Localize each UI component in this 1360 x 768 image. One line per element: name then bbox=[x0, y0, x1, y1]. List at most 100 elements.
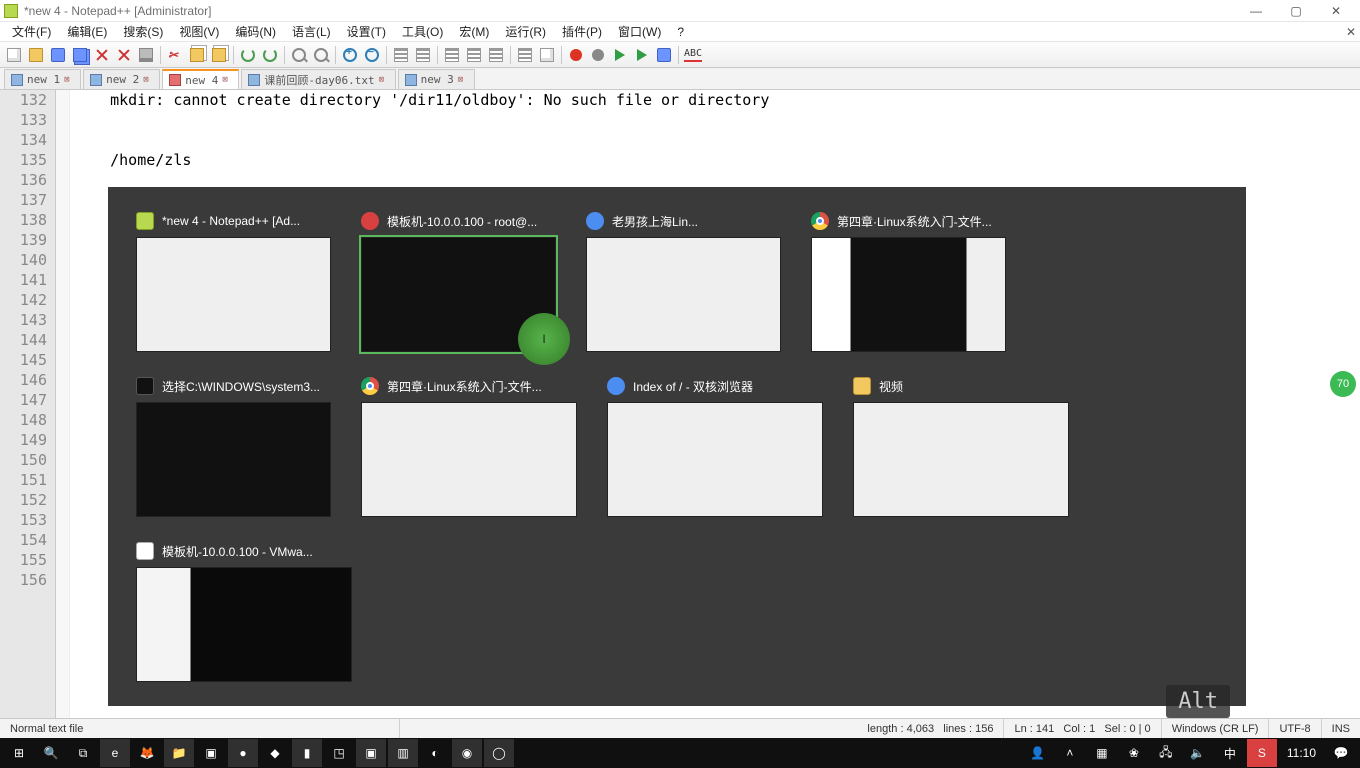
tray-up-icon[interactable]: ˄ bbox=[1055, 739, 1085, 767]
tab-close-icon[interactable]: ⊠ bbox=[222, 75, 232, 85]
taskbar-firefox[interactable]: 🦊 bbox=[132, 739, 162, 767]
menu-encoding[interactable]: 编码(N) bbox=[227, 23, 284, 40]
tab[interactable]: new 2⊠ bbox=[83, 69, 160, 89]
taskbar-app[interactable]: ◆ bbox=[260, 739, 290, 767]
code-line[interactable]: /home/zls bbox=[74, 150, 1360, 170]
menu-settings[interactable]: 设置(T) bbox=[339, 23, 394, 40]
menu-help[interactable]: ? bbox=[669, 25, 692, 39]
tab-close-icon[interactable]: ⊠ bbox=[143, 75, 153, 85]
macro-save-button[interactable] bbox=[654, 45, 674, 65]
code-line[interactable] bbox=[74, 130, 1360, 150]
taskbar-vmware[interactable]: ▣ bbox=[356, 739, 386, 767]
alttab-item[interactable]: 第四章·Linux系统入门-文件... bbox=[361, 376, 577, 517]
menu-close-doc[interactable]: ✕ bbox=[1338, 25, 1356, 39]
tab[interactable]: 课前回顾-day06.txt⊠ bbox=[241, 69, 395, 89]
taskbar-explorer[interactable]: 📁 bbox=[164, 739, 194, 767]
taskbar-app3[interactable]: ◐ bbox=[420, 739, 450, 767]
alttab-title: 第四章·Linux系统入门-文件... bbox=[387, 378, 542, 395]
status-insert-mode[interactable]: INS bbox=[1322, 719, 1360, 738]
tab[interactable]: new 1⊠ bbox=[4, 69, 81, 89]
taskbar-xshell[interactable]: ● bbox=[228, 739, 258, 767]
zoom-out-button[interactable] bbox=[362, 45, 382, 65]
start-button[interactable]: ⊞ bbox=[4, 739, 34, 767]
new-file-button[interactable] bbox=[4, 45, 24, 65]
tray-ime[interactable]: 中 bbox=[1215, 739, 1245, 767]
taskbar-edge[interactable]: e bbox=[100, 739, 130, 767]
indent-guide-button[interactable] bbox=[486, 45, 506, 65]
close-file-button[interactable] bbox=[92, 45, 112, 65]
maximize-button[interactable]: ▢ bbox=[1276, 0, 1316, 21]
menu-view[interactable]: 视图(V) bbox=[171, 23, 227, 40]
open-file-button[interactable] bbox=[26, 45, 46, 65]
menu-tools[interactable]: 工具(O) bbox=[394, 23, 451, 40]
find-button[interactable] bbox=[289, 45, 309, 65]
tray-sogou[interactable]: S bbox=[1247, 739, 1277, 767]
menu-search[interactable]: 搜索(S) bbox=[115, 23, 171, 40]
search-button[interactable]: 🔍 bbox=[36, 739, 66, 767]
minimize-button[interactable]: — bbox=[1236, 0, 1276, 21]
sync-h-scroll-button[interactable] bbox=[413, 45, 433, 65]
alttab-item[interactable]: 老男孩上海Lin... bbox=[586, 211, 781, 352]
cut-button[interactable]: ✂ bbox=[165, 45, 185, 65]
zoom-in-button[interactable] bbox=[340, 45, 360, 65]
tray-people[interactable]: 👤 bbox=[1023, 739, 1053, 767]
replace-button[interactable] bbox=[311, 45, 331, 65]
taskbar-clock[interactable]: 11:10 bbox=[1279, 746, 1324, 760]
alttab-item[interactable]: *new 4 - Notepad++ [Ad... bbox=[136, 211, 331, 352]
menu-macro[interactable]: 宏(M) bbox=[451, 23, 497, 40]
tab[interactable]: new 3⊠ bbox=[398, 69, 475, 89]
save-button[interactable] bbox=[48, 45, 68, 65]
undo-button[interactable] bbox=[238, 45, 258, 65]
paste-button[interactable] bbox=[209, 45, 229, 65]
tab-close-icon[interactable]: ⊠ bbox=[379, 75, 389, 85]
macro-stop-button[interactable] bbox=[588, 45, 608, 65]
spellcheck-button[interactable]: ABC bbox=[683, 45, 703, 65]
sync-v-scroll-button[interactable] bbox=[391, 45, 411, 65]
code-line[interactable]: mkdir: cannot create directory '/dir11/o… bbox=[74, 90, 1360, 110]
menu-run[interactable]: 运行(R) bbox=[497, 23, 554, 40]
taskbar-notepadpp[interactable]: ▥ bbox=[388, 739, 418, 767]
status-encoding[interactable]: UTF-8 bbox=[1269, 719, 1321, 738]
menu-language[interactable]: 语言(L) bbox=[284, 23, 339, 40]
menu-plugins[interactable]: 插件(P) bbox=[554, 23, 610, 40]
task-view-button[interactable]: ⧉ bbox=[68, 739, 98, 767]
alt-tab-overlay[interactable]: I *new 4 - Notepad++ [Ad... 模板机-10.0.0.1… bbox=[108, 187, 1246, 706]
macro-play-multi-button[interactable] bbox=[632, 45, 652, 65]
tray-icon2[interactable]: ❀ bbox=[1119, 739, 1149, 767]
menu-window[interactable]: 窗口(W) bbox=[610, 23, 669, 40]
tab[interactable]: new 4⊠ bbox=[162, 69, 239, 89]
tab-close-icon[interactable]: ⊠ bbox=[64, 75, 74, 85]
redo-button[interactable] bbox=[260, 45, 280, 65]
word-wrap-button[interactable] bbox=[442, 45, 462, 65]
taskbar-browser[interactable]: ◯ bbox=[484, 739, 514, 767]
macro-play-button[interactable] bbox=[610, 45, 630, 65]
alttab-item[interactable]: 选择C:\WINDOWS\system3... bbox=[136, 376, 331, 517]
menu-edit[interactable]: 编辑(E) bbox=[59, 23, 115, 40]
close-button[interactable]: ✕ bbox=[1316, 0, 1356, 21]
taskbar-cmd[interactable]: ▮ bbox=[292, 739, 322, 767]
taskbar-app2[interactable]: ◳ bbox=[324, 739, 354, 767]
print-button[interactable] bbox=[136, 45, 156, 65]
status-eol[interactable]: Windows (CR LF) bbox=[1162, 719, 1270, 738]
close-all-button[interactable] bbox=[114, 45, 134, 65]
alttab-item[interactable]: 视频 bbox=[853, 376, 1069, 517]
tab-close-icon[interactable]: ⊠ bbox=[458, 75, 468, 85]
tray-volume-icon[interactable]: 🔈 bbox=[1183, 739, 1213, 767]
tray-notifications[interactable]: 💬 bbox=[1326, 739, 1356, 767]
doc-map-button[interactable] bbox=[537, 45, 557, 65]
taskbar-chrome[interactable]: ◉ bbox=[452, 739, 482, 767]
alttab-item[interactable]: 第四章·Linux系统入门-文件... bbox=[811, 211, 1006, 352]
app-icon bbox=[361, 377, 379, 395]
tray-icon[interactable]: ▦ bbox=[1087, 739, 1117, 767]
save-all-button[interactable] bbox=[70, 45, 90, 65]
tray-network-icon[interactable]: 🖧 bbox=[1151, 739, 1181, 767]
function-list-button[interactable] bbox=[515, 45, 535, 65]
alttab-item[interactable]: 模板机-10.0.0.100 - VMwa... bbox=[136, 541, 352, 682]
macro-record-button[interactable] bbox=[566, 45, 586, 65]
code-line[interactable] bbox=[74, 110, 1360, 130]
show-all-chars-button[interactable] bbox=[464, 45, 484, 65]
taskbar-ppt[interactable]: ▣ bbox=[196, 739, 226, 767]
alttab-item[interactable]: Index of / - 双核浏览器 bbox=[607, 376, 823, 517]
copy-button[interactable] bbox=[187, 45, 207, 65]
menu-file[interactable]: 文件(F) bbox=[4, 23, 59, 40]
